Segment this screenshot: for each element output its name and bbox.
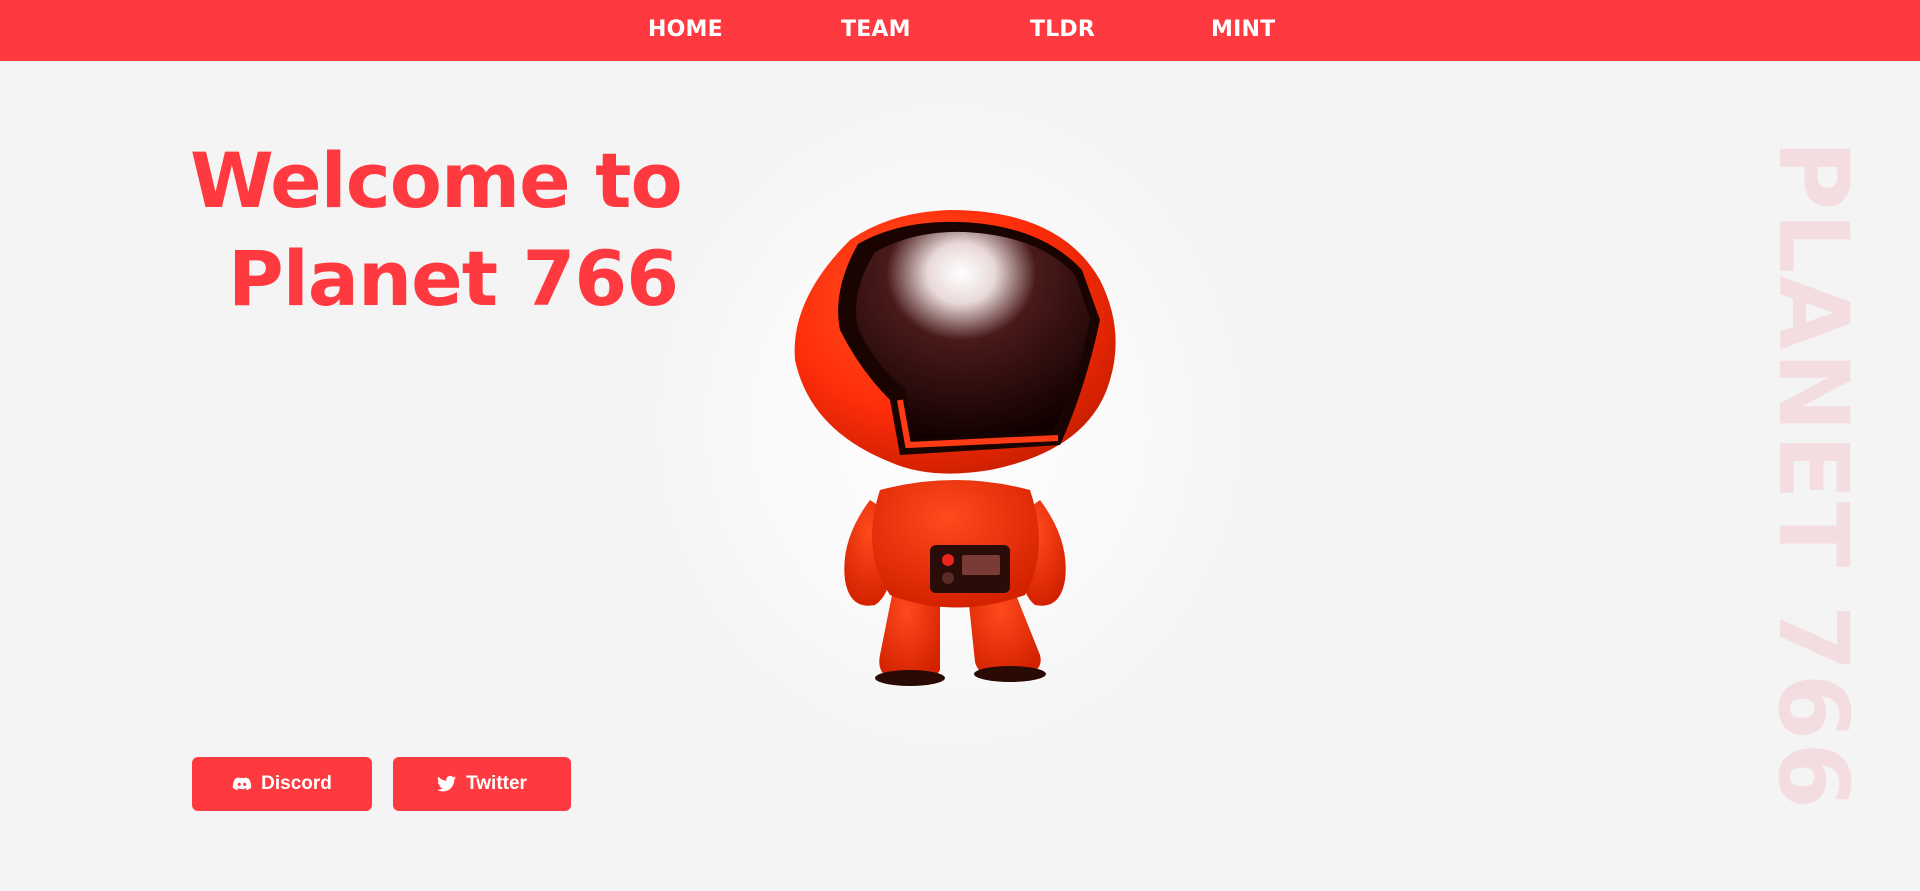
vertical-side-text: PLANET 766 xyxy=(1757,140,1869,812)
hero-title-line2: Planet 766 xyxy=(228,234,679,323)
nav-link-home[interactable]: HOME xyxy=(648,16,723,44)
astronaut-character-image xyxy=(794,210,1116,686)
discord-button-label: Discord xyxy=(261,773,332,794)
twitter-icon xyxy=(437,774,457,794)
twitter-button[interactable]: Twitter xyxy=(393,757,571,811)
twitter-button-label: Twitter xyxy=(466,773,527,794)
hero-title: Welcome to Planet 766 xyxy=(190,132,683,328)
top-navbar: HOME TEAM TLDR MINT xyxy=(0,0,1920,61)
nav-link-team[interactable]: TEAM xyxy=(841,16,911,44)
nav-link-mint[interactable]: MINT xyxy=(1211,16,1275,44)
discord-button[interactable]: Discord xyxy=(192,757,372,811)
page: HOME TEAM TLDR MINT Welcome to Planet 76… xyxy=(0,0,1920,891)
nav-link-tldr[interactable]: TLDR xyxy=(1030,16,1095,44)
discord-icon xyxy=(232,774,252,794)
hero-title-line1: Welcome to xyxy=(190,136,683,225)
